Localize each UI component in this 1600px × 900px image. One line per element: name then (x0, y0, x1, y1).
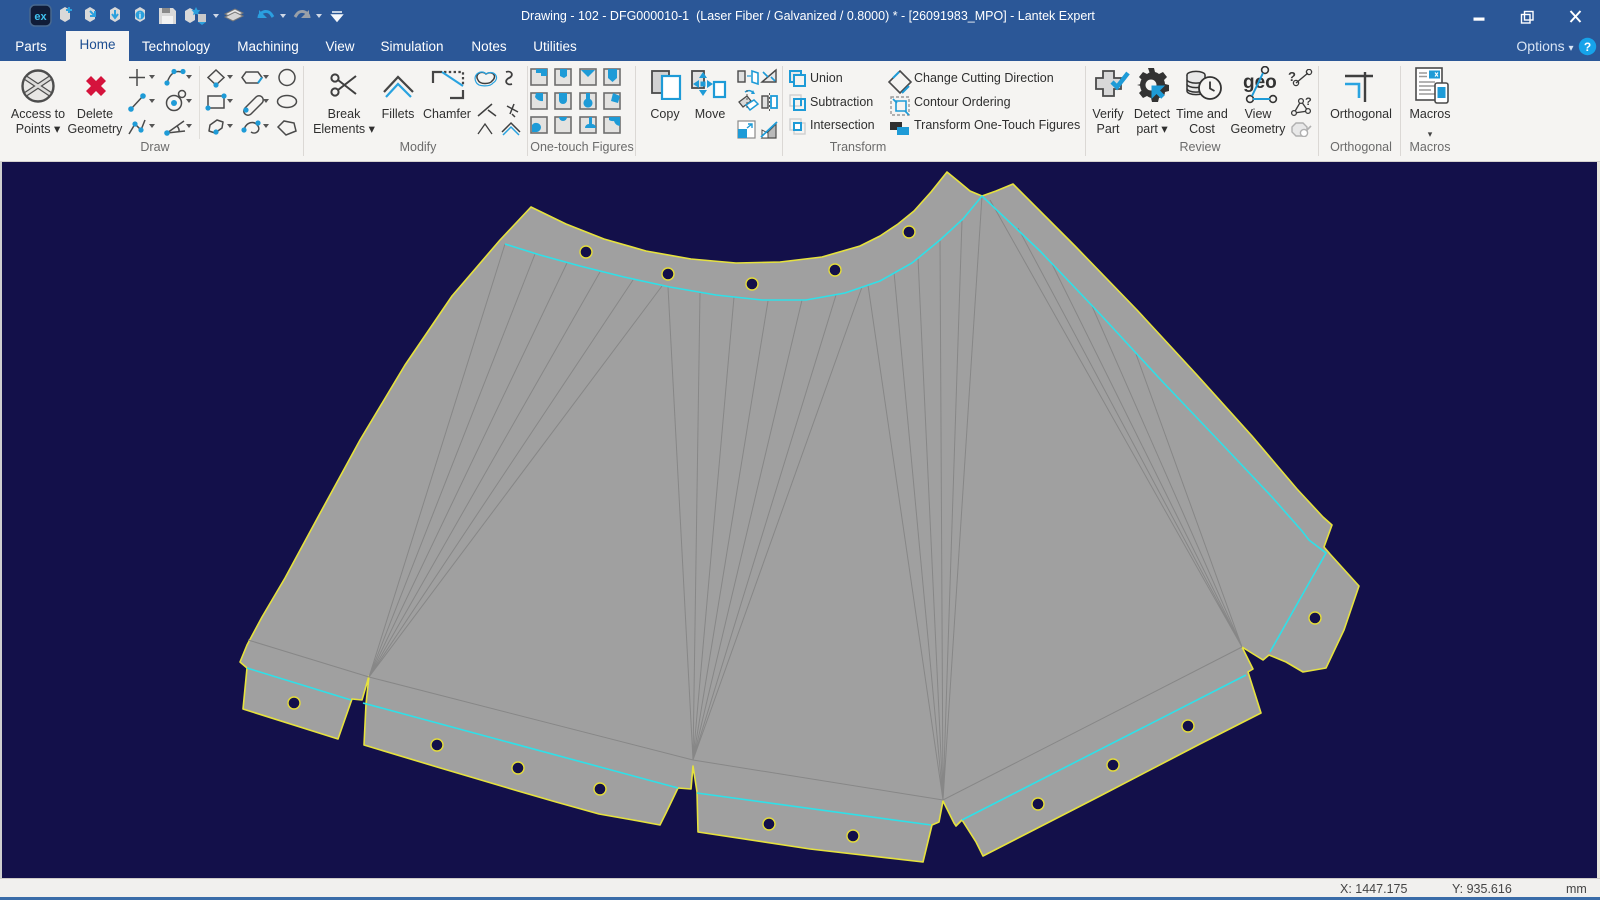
svg-text:i: i (139, 12, 141, 21)
svg-text:geo: geo (1243, 72, 1277, 93)
svg-text:?: ? (1305, 96, 1312, 108)
svg-text:?: ? (1584, 40, 1591, 54)
svg-text:ex: ex (34, 11, 47, 23)
svg-text:?: ? (1288, 69, 1296, 84)
